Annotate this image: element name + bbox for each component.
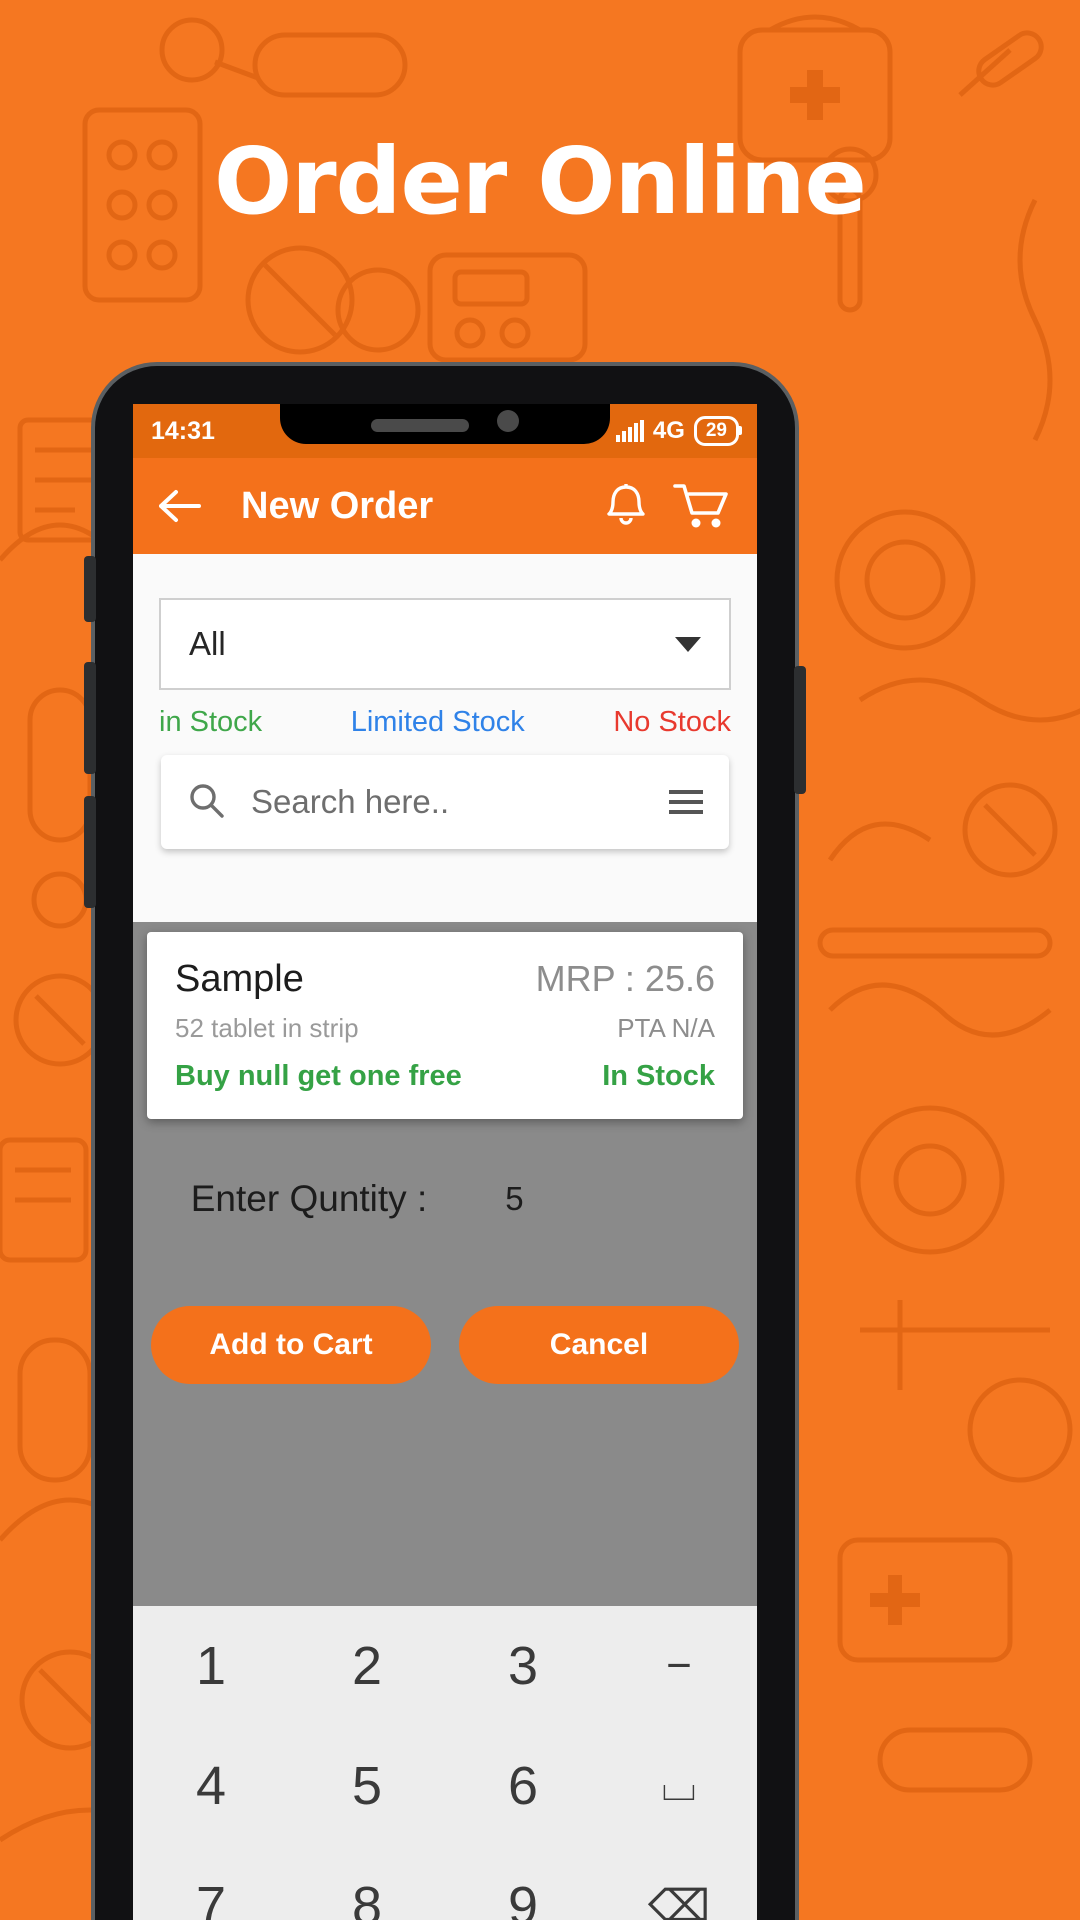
signal-bars-icon (615, 420, 644, 442)
phone-screen: 14:31 4G 29 New Order All in Stock Limit… (133, 404, 757, 1920)
status-bar: 14:31 4G 29 (133, 404, 757, 458)
key-backspace-icon[interactable]: ⌫ (601, 1846, 757, 1920)
quantity-label: Enter Quntity : (190, 1178, 428, 1219)
add-to-cart-button[interactable]: Add to Cart (151, 1306, 431, 1384)
front-camera-icon (497, 410, 519, 432)
status-bar-indicators: 4G 29 (615, 416, 743, 446)
key-1[interactable]: 1 (133, 1606, 289, 1726)
key-6[interactable]: 6 (445, 1726, 601, 1846)
phone-power-button (794, 666, 806, 794)
product-packing: 52 tablet in strip (175, 1013, 359, 1043)
search-icon (187, 781, 225, 824)
phone-device-frame: 14:31 4G 29 New Order All in Stock Limit… (84, 366, 806, 1920)
product-offer: Buy null get one free (175, 1060, 462, 1092)
product-pta: PTA N/A (617, 1013, 715, 1043)
quantity-value: 5 (505, 1180, 524, 1217)
modal-dim-overlay[interactable]: Sample MRP : 25.6 52 tablet in strip PTA… (133, 922, 757, 1920)
back-arrow-icon[interactable] (159, 489, 201, 523)
shopping-cart-icon[interactable] (673, 481, 731, 531)
legend-in-stock: in Stock (159, 706, 263, 738)
key-3[interactable]: 3 (445, 1606, 601, 1726)
key-4[interactable]: 4 (133, 1726, 289, 1846)
key-minus[interactable]: − (601, 1606, 757, 1726)
dialog-actions: Add to Cart Cancel (133, 1306, 757, 1384)
cancel-button[interactable]: Cancel (459, 1306, 739, 1384)
phone-notch (280, 404, 610, 444)
product-name: Sample (175, 958, 304, 1000)
quantity-input[interactable]: 5 (499, 1180, 699, 1218)
phone-side-button (84, 556, 96, 622)
key-8[interactable]: 8 (289, 1846, 445, 1920)
earpiece-speaker-icon (371, 419, 469, 432)
key-5[interactable]: 5 (289, 1726, 445, 1846)
main-content: All in Stock Limited Stock No Stock Sear… (133, 554, 757, 1920)
product-mrp: MRP : 25.6 (535, 958, 715, 999)
phone-volume-up-button (84, 662, 96, 774)
battery-indicator: 29 (693, 416, 743, 446)
app-bar-title: New Order (241, 484, 434, 527)
chevron-down-icon (675, 636, 701, 652)
page-title: Order Online (214, 128, 867, 235)
product-stock-status: In Stock (602, 1060, 715, 1092)
status-bar-time: 14:31 (151, 416, 215, 445)
hamburger-menu-icon[interactable] (669, 790, 703, 814)
numeric-keypad[interactable]: 1 2 3 − 4 5 6 ⌴ 7 8 9 ⌫ (133, 1606, 757, 1920)
app-bar: New Order (133, 458, 757, 554)
legend-no-stock: No Stock (613, 706, 731, 738)
phone-volume-down-button (84, 796, 96, 908)
legend-limited-stock: Limited Stock (350, 706, 525, 738)
key-7[interactable]: 7 (133, 1846, 289, 1920)
key-9[interactable]: 9 (445, 1846, 601, 1920)
bell-icon[interactable] (603, 482, 649, 530)
search-bar[interactable]: Search here.. (161, 755, 729, 849)
product-card[interactable]: Sample MRP : 25.6 52 tablet in strip PTA… (147, 932, 743, 1119)
key-2[interactable]: 2 (289, 1606, 445, 1726)
category-filter-dropdown[interactable]: All (159, 598, 731, 690)
stock-legend: in Stock Limited Stock No Stock (133, 690, 757, 749)
quantity-row: Enter Quntity : 5 (133, 1178, 757, 1220)
category-filter-value: All (189, 625, 226, 662)
network-type-label: 4G (652, 417, 685, 444)
search-input[interactable]: Search here.. (251, 783, 643, 821)
key-space[interactable]: ⌴ (601, 1726, 757, 1846)
